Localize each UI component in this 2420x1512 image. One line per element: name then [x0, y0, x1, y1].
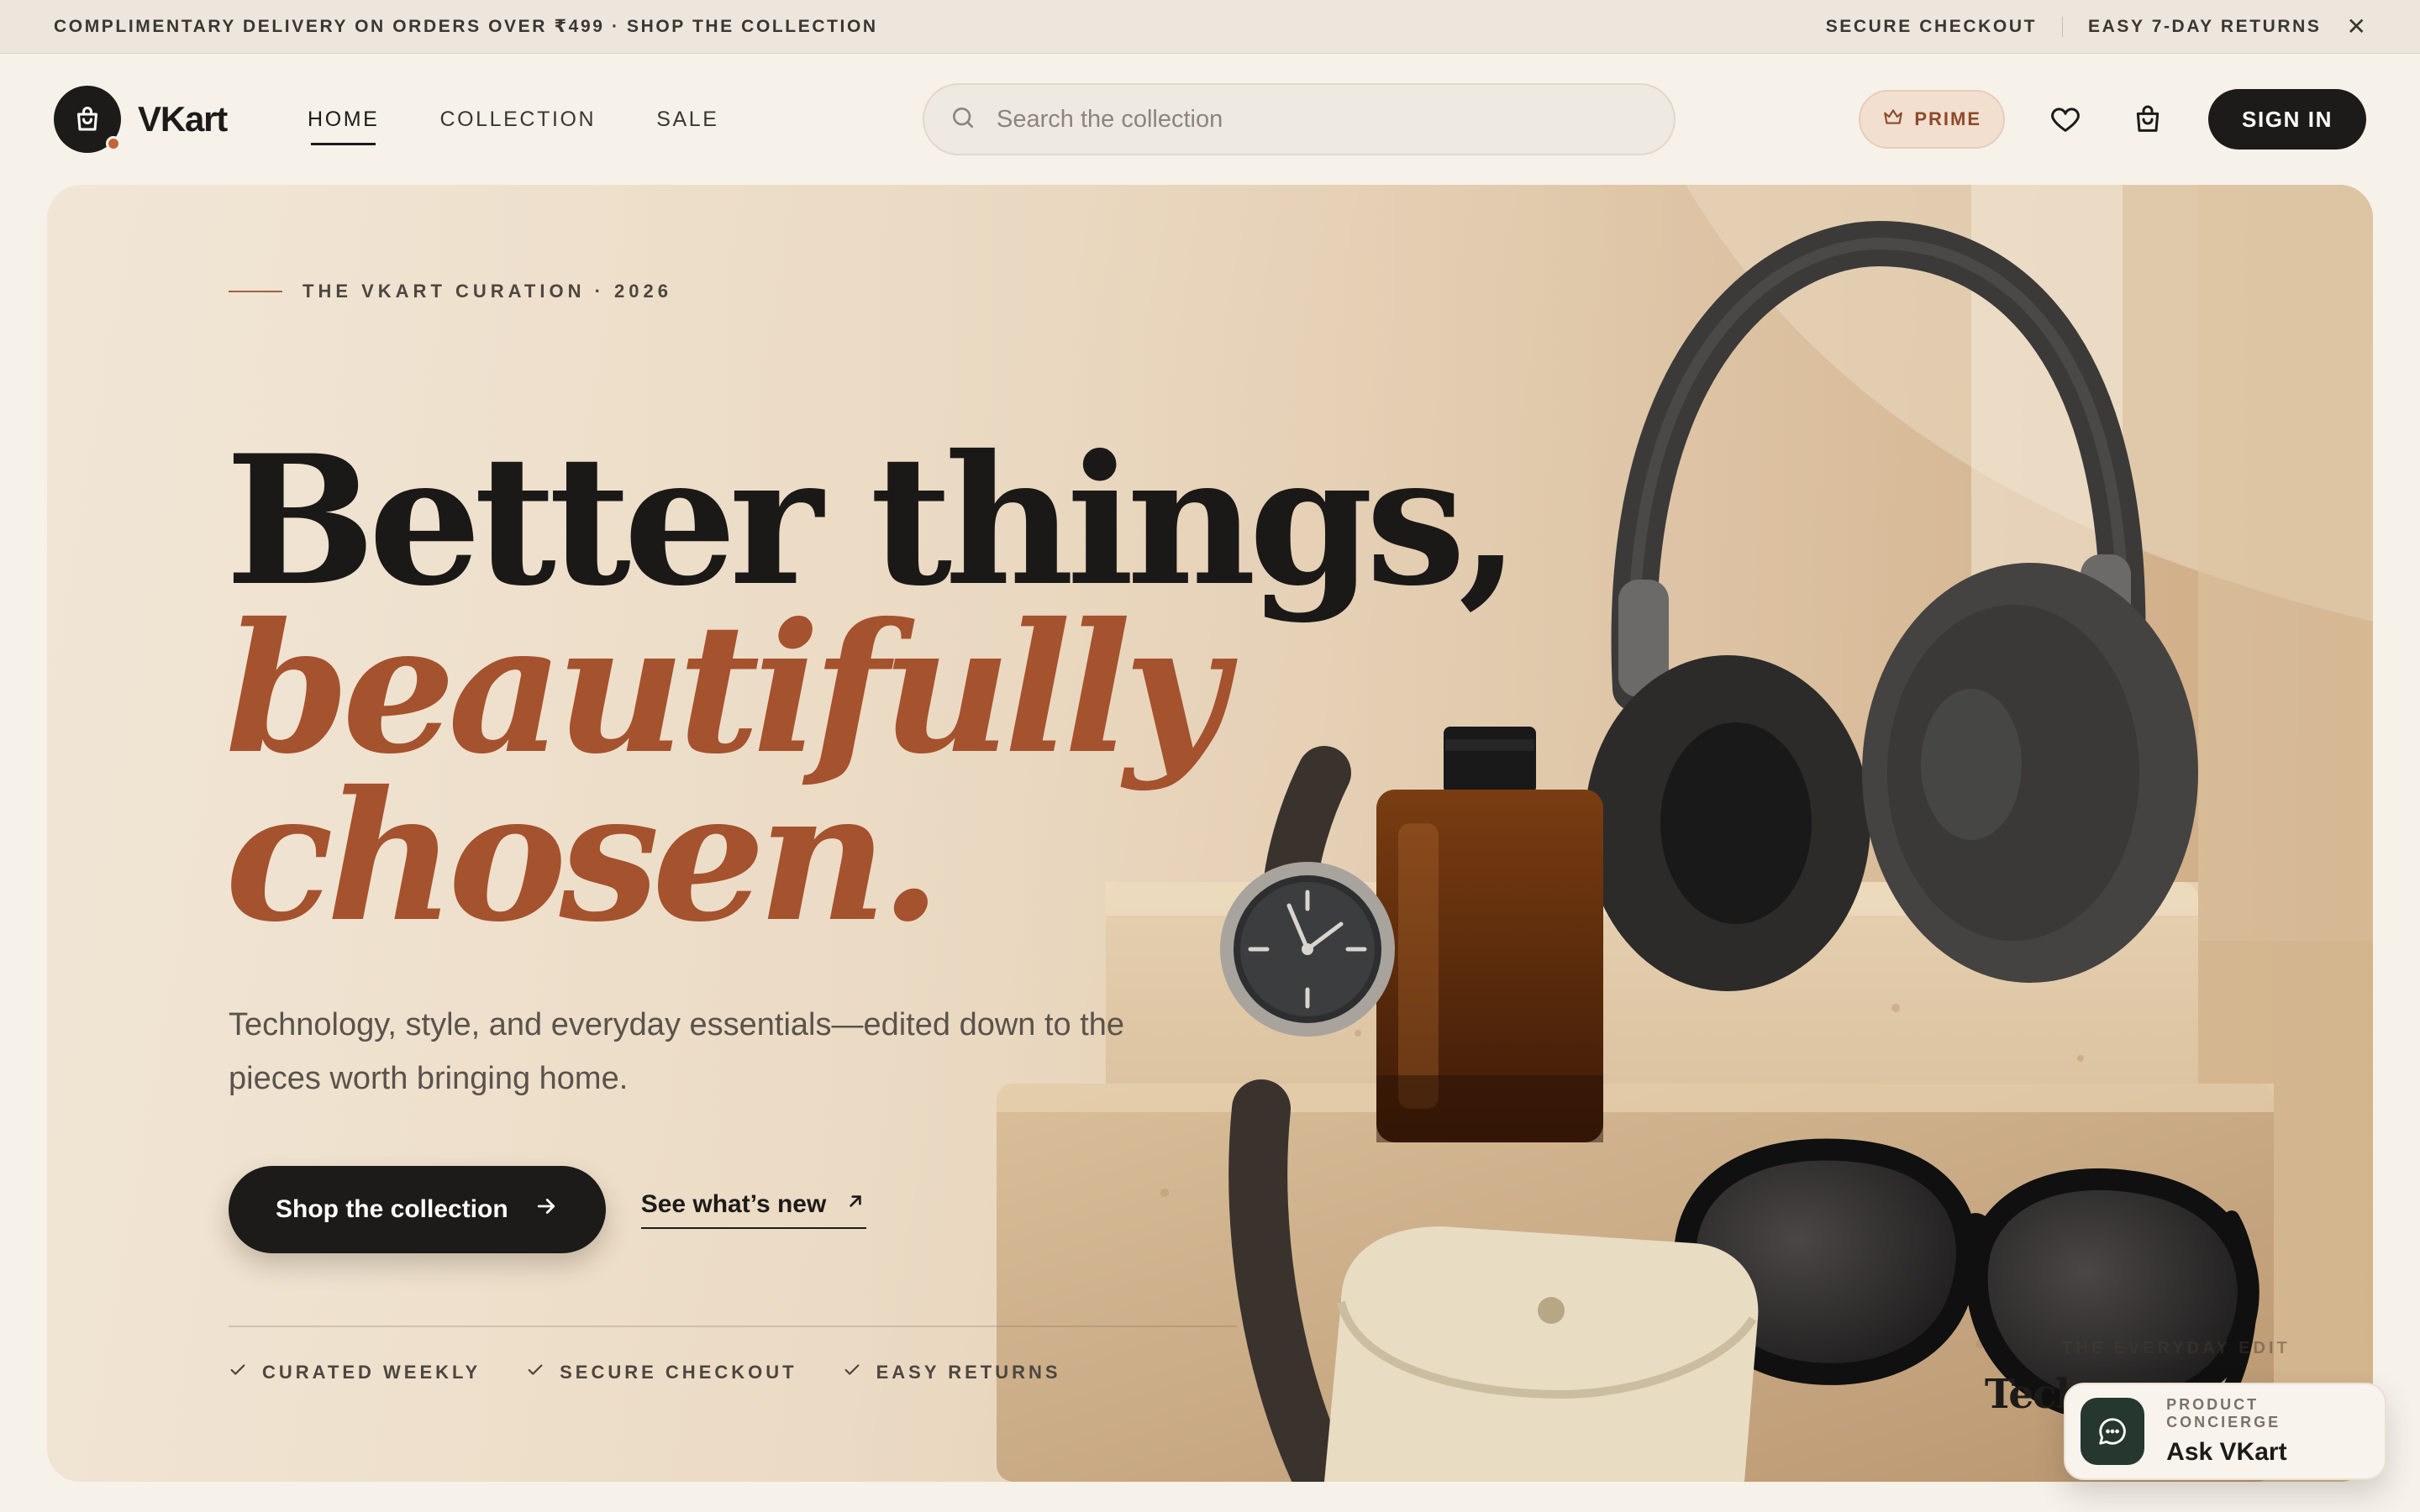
announcement-bar: COMPLIMENTARY DELIVERY ON ORDERS OVER ₹4…	[0, 0, 2420, 54]
close-icon[interactable]: ✕	[2347, 14, 2366, 39]
trust-label: SECURE CHECKOUT	[560, 1362, 797, 1383]
hero-headline: Better things, beautifully chosen.	[225, 416, 1520, 961]
chat-bubble-icon	[2081, 1398, 2145, 1465]
heart-icon[interactable]	[2044, 97, 2087, 141]
announcement-text[interactable]: COMPLIMENTARY DELIVERY ON ORDERS OVER ₹4…	[54, 16, 878, 37]
see-whats-new-link[interactable]: See what’s new	[640, 1190, 867, 1229]
nav-item-collection[interactable]: COLLECTION	[439, 99, 596, 140]
hero-banner: THE VKART CURATION · 2026 Better things,…	[47, 185, 2373, 1482]
everyday-edit-label: THE EVERYDAY EDIT	[2062, 1339, 2291, 1357]
main-nav: HOME COLLECTION SALE	[308, 99, 719, 145]
brand-status-dot	[106, 136, 121, 151]
product-concierge-widget[interactable]: PRODUCT CONCIERGE Ask VKart	[2064, 1383, 2386, 1480]
nav-item-sale[interactable]: SALE	[656, 99, 718, 140]
see-whats-new-label: See what’s new	[640, 1190, 827, 1218]
trust-item: SECURE CHECKOUT	[526, 1361, 797, 1384]
check-icon	[843, 1361, 861, 1384]
prime-button[interactable]: PRIME	[1859, 90, 2005, 149]
search-bar[interactable]	[923, 83, 1676, 155]
concierge-text: PRODUCT CONCIERGE Ask VKart	[2166, 1396, 2370, 1467]
trust-label: EASY RETURNS	[876, 1362, 1061, 1383]
hero-cta-row: Shop the collection See what’s new	[229, 1166, 867, 1253]
header-actions: PRIME SIGN IN	[1859, 89, 2366, 150]
returns-note: EASY 7-DAY RETURNS	[2088, 16, 2322, 36]
trust-item: CURATED WEEKLY	[229, 1361, 481, 1384]
headline-line-3: chosen.	[225, 752, 942, 961]
arrow-right-icon	[534, 1194, 559, 1226]
nav-item-home[interactable]: HOME	[308, 99, 379, 145]
hero-eyebrow: THE VKART CURATION · 2026	[229, 281, 672, 302]
eyebrow-text: THE VKART CURATION · 2026	[302, 281, 672, 302]
search-input[interactable]	[997, 105, 1649, 134]
site-header: VKart HOME COLLECTION SALE PRIME	[0, 54, 2420, 185]
hero-subcopy: Technology, style, and everyday essentia…	[229, 1007, 1125, 1096]
brand-logo-icon	[54, 86, 121, 153]
secure-checkout-note: SECURE CHECKOUT	[1825, 16, 2038, 36]
brand-name: VKart	[138, 99, 228, 139]
shopping-bag-icon[interactable]	[2126, 97, 2170, 141]
trust-label: CURATED WEEKLY	[262, 1362, 481, 1383]
check-icon	[526, 1361, 544, 1384]
prime-label: PRIME	[1914, 108, 1981, 129]
concierge-title: Ask VKart	[2166, 1438, 2287, 1466]
announcement-right: SECURE CHECKOUT EASY 7-DAY RETURNS ✕	[1825, 14, 2366, 39]
trust-divider	[229, 1326, 1237, 1327]
sign-in-button[interactable]: SIGN IN	[2208, 89, 2366, 150]
arrow-up-right-icon	[844, 1190, 866, 1219]
concierge-label: PRODUCT CONCIERGE	[2166, 1396, 2281, 1431]
shop-collection-label: Shop the collection	[276, 1195, 508, 1223]
headline-line-1: Better things,	[225, 416, 1520, 625]
brand[interactable]: VKart	[54, 86, 228, 153]
crown-icon	[1882, 106, 1904, 133]
search-icon	[950, 104, 976, 135]
check-icon	[229, 1361, 247, 1384]
eyebrow-rule	[229, 291, 282, 292]
trust-badges: CURATED WEEKLY SECURE CHECKOUT EASY RETU…	[229, 1361, 1061, 1384]
shop-collection-button[interactable]: Shop the collection	[229, 1166, 606, 1253]
trust-item: EASY RETURNS	[843, 1361, 1061, 1384]
divider	[2062, 16, 2064, 37]
headline-line-2: beautifully	[225, 584, 1228, 793]
